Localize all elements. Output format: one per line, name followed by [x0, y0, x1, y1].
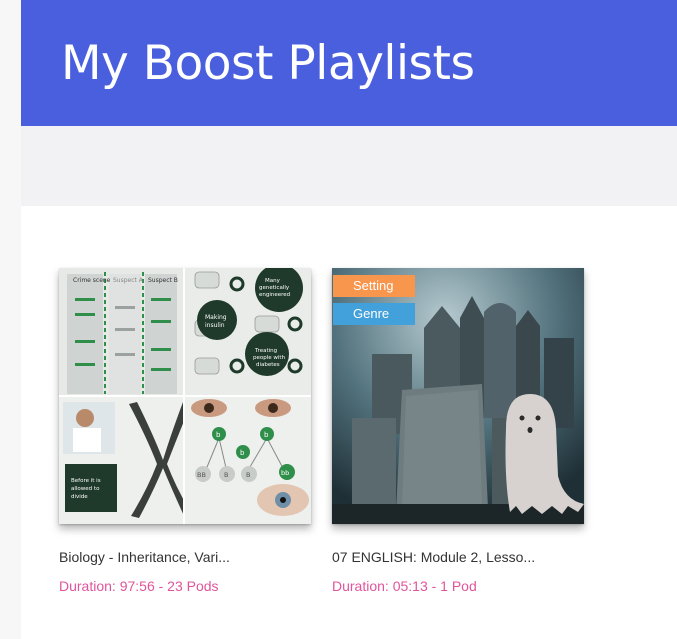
svg-text:allowed to: allowed to — [71, 486, 100, 492]
svg-text:b: b — [240, 449, 245, 457]
playlist-card-biology[interactable]: Crime scene Suspect A Suspect B Many gen… — [59, 268, 315, 594]
playlist-duration: Duration: 97:56 - 23 Pods — [59, 578, 219, 594]
playlist-thumbnail-biology[interactable]: Crime scene Suspect A Suspect B Many gen… — [59, 268, 311, 524]
svg-text:insulin: insulin — [205, 322, 225, 329]
svg-text:B: B — [246, 471, 250, 479]
playlist-card-english[interactable]: Setting Genre 07 ENGLISH: Module 2, Less… — [332, 268, 588, 594]
svg-text:people with: people with — [253, 355, 286, 361]
tag-setting: Setting — [333, 275, 415, 297]
playlist-thumbnail-english[interactable]: Setting Genre — [332, 268, 584, 524]
svg-text:engineered: engineered — [259, 292, 290, 298]
svg-text:Many: Many — [265, 278, 281, 284]
svg-text:genetically: genetically — [259, 285, 290, 291]
svg-text:Before it is: Before it is — [71, 478, 101, 484]
playlist-title[interactable]: 07 ENGLISH: Module 2, Lesso... — [332, 549, 572, 565]
svg-text:BB: BB — [197, 471, 206, 479]
svg-text:Treating: Treating — [254, 348, 277, 354]
left-gutter — [0, 0, 21, 639]
svg-text:B: B — [224, 471, 228, 479]
page-header: My Boost Playlists — [21, 0, 677, 126]
label-suspect-b: Suspect B — [148, 277, 178, 284]
svg-text:b: b — [216, 431, 221, 439]
toolbar-area — [21, 126, 677, 206]
label-suspect-a: Suspect A — [113, 277, 144, 284]
svg-text:b: b — [264, 431, 269, 439]
svg-text:Making: Making — [205, 314, 227, 321]
svg-text:diabetes: diabetes — [256, 362, 280, 368]
playlist-grid: Crime scene Suspect A Suspect B Many gen… — [21, 206, 677, 639]
playlist-duration: Duration: 05:13 - 1 Pod — [332, 578, 477, 594]
svg-text:bb: bb — [281, 469, 289, 477]
page-title: My Boost Playlists — [61, 36, 475, 91]
biology-collage-image: Crime scene Suspect A Suspect B Many gen… — [59, 268, 311, 524]
tag-genre: Genre — [333, 303, 415, 325]
svg-text:divide: divide — [71, 494, 88, 500]
label-crime-scene: Crime scene — [73, 277, 111, 284]
playlist-title[interactable]: Biology - Inheritance, Vari... — [59, 549, 299, 565]
